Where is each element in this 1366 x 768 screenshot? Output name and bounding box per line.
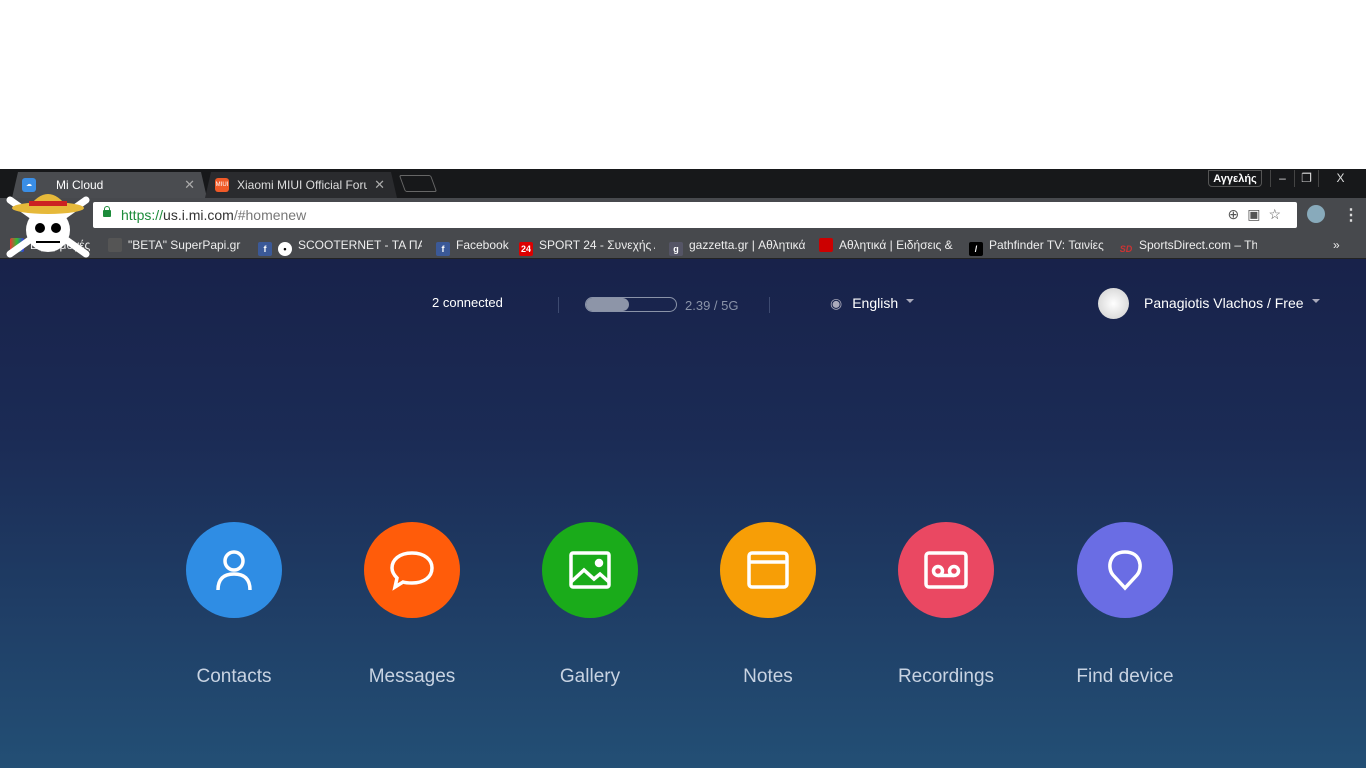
- voicemail-icon[interactable]: [898, 522, 994, 618]
- app-label: Notes: [743, 666, 793, 687]
- location-pin-icon[interactable]: [1077, 522, 1173, 618]
- zoom-icon[interactable]: ⊕: [1227, 206, 1247, 222]
- bookmark-scooternet[interactable]: f • SCOOTERNET - ΤΑ ΠΑ: [258, 238, 422, 256]
- bookmark-athlitika[interactable]: Αθλητικά | Ειδήσεις &: [819, 238, 957, 252]
- bookmark-pathfinder[interactable]: / Pathfinder TV: Ταινίες: [969, 238, 1105, 256]
- jolly-roger-theme-logo: [6, 194, 90, 258]
- image-icon[interactable]: [542, 522, 638, 618]
- facebook-icon: f: [258, 242, 272, 256]
- bookmark-sport24[interactable]: 24 SPORT 24 - Συνεχής Α: [519, 238, 655, 256]
- close-tab-icon[interactable]: ✕: [374, 177, 385, 193]
- bookmark-superpapi[interactable]: "BETA" SuperPapi.gr -: [108, 238, 242, 252]
- bookmark-sportsdirect[interactable]: SD SportsDirect.com – Th: [1119, 238, 1257, 256]
- translate-icon[interactable]: ▣: [1247, 206, 1268, 222]
- globe-icon: ◉: [830, 295, 843, 311]
- miui-icon: MIUI: [215, 178, 229, 192]
- extension-eye-icon[interactable]: [1307, 205, 1325, 223]
- bookmarks-bar: Εφαρμογές "BETA" SuperPapi.gr - f•SCOOTE…: [0, 232, 1366, 259]
- storage-bar[interactable]: [585, 297, 677, 312]
- sportsdirect-icon: SD: [1119, 244, 1133, 254]
- app-label: Gallery: [559, 666, 621, 687]
- new-tab-button[interactable]: [398, 175, 438, 192]
- url-scheme: https://: [121, 207, 164, 223]
- blank-area: [0, 0, 1366, 169]
- pathfinder-icon: /: [969, 242, 983, 256]
- close-tab-icon[interactable]: ✕: [184, 177, 195, 193]
- url-path: /#homenew: [233, 207, 307, 223]
- toolbar: https://us.i.mi.com/#homenew ⊕▣☆ ⋮: [0, 198, 1366, 232]
- app-find-device[interactable]: Find device: [1050, 522, 1200, 688]
- chevron-down-icon: [1311, 299, 1320, 307]
- app-notes[interactable]: Notes: [693, 522, 843, 688]
- storage-fill: [586, 298, 630, 311]
- app-label: Contacts: [196, 666, 272, 687]
- connected-devices[interactable]: 2 connected: [432, 295, 503, 310]
- url-host: us.i.mi.com: [163, 207, 234, 223]
- tab-title: Xiaomi MIUI Official Forum: [237, 178, 367, 192]
- divider: [769, 297, 770, 313]
- app-label: Find device: [1076, 666, 1174, 687]
- mi-cloud-page: 2 connected 2.39 / 5G ◉ English Panagioti…: [0, 259, 1366, 768]
- minimize-button[interactable]: –: [1270, 170, 1294, 187]
- tab-strip: ☁ Mi Cloud ✕ MIUI Xiaomi MIUI Official F…: [0, 169, 1366, 198]
- divider: [558, 297, 559, 313]
- tab-miui-forum[interactable]: MIUI Xiaomi MIUI Official Forum ✕: [205, 172, 397, 198]
- storage-usage: 2.39 / 5G: [685, 298, 739, 313]
- athlitika-icon: [819, 238, 833, 252]
- notes-icon[interactable]: [720, 522, 816, 618]
- language-selector[interactable]: ◉ English: [830, 295, 915, 312]
- app-recordings[interactable]: Recordings: [871, 522, 1021, 688]
- sport24-icon: 24: [519, 242, 533, 256]
- app-contacts[interactable]: Contacts: [159, 522, 309, 688]
- scooternet-icon: •: [278, 242, 292, 256]
- gazzetta-icon: g: [669, 242, 683, 256]
- message-bubble-icon[interactable]: [364, 522, 460, 618]
- close-window-button[interactable]: X: [1318, 170, 1362, 187]
- avatar[interactable]: [1098, 288, 1129, 319]
- app-label: Messages: [368, 666, 456, 687]
- bookmark-star-icon[interactable]: ☆: [1268, 206, 1289, 222]
- lock-icon: [103, 206, 111, 217]
- app-gallery[interactable]: Gallery: [515, 522, 665, 688]
- more-bookmarks-button[interactable]: »: [1333, 238, 1340, 252]
- profile-button[interactable]: Αγγελής: [1208, 170, 1262, 187]
- menu-icon[interactable]: ⋮: [1343, 205, 1359, 225]
- app-label: Recordings: [897, 666, 995, 687]
- account-menu[interactable]: Panagiotis Vlachos / Free: [1144, 295, 1320, 311]
- bookmark-facebook[interactable]: f Facebook: [436, 238, 511, 256]
- superpapi-icon: [108, 238, 122, 252]
- app-messages[interactable]: Messages: [337, 522, 487, 688]
- chevron-down-icon: [906, 299, 915, 307]
- contacts-icon[interactable]: [186, 522, 282, 618]
- bookmark-gazzetta[interactable]: g gazzetta.gr | Αθλητικά: [669, 238, 805, 256]
- address-bar[interactable]: https://us.i.mi.com/#homenew ⊕▣☆: [93, 202, 1297, 228]
- restore-button[interactable]: ❐: [1294, 170, 1318, 187]
- facebook-icon: f: [436, 242, 450, 256]
